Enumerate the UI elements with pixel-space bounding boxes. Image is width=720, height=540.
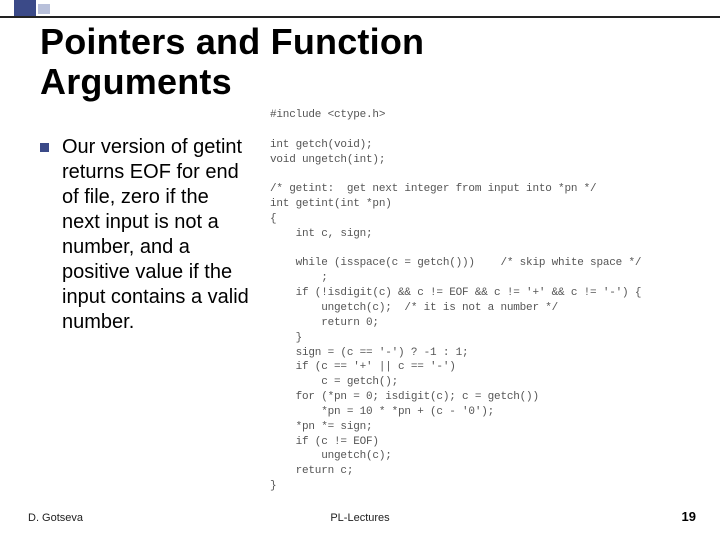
slide-top-decoration bbox=[0, 0, 720, 18]
bullet-text: Our version of getint returns EOF for en… bbox=[62, 135, 250, 335]
code-listing: #include <ctype.h> int getch(void); void… bbox=[270, 108, 710, 494]
title-line-1: Pointers and Function bbox=[40, 21, 424, 62]
bullet-block: Our version of getint returns EOF for en… bbox=[40, 135, 250, 335]
bullet-square-icon bbox=[40, 143, 49, 152]
decoration-underline bbox=[0, 16, 720, 18]
slide-title: Pointers and Function Arguments bbox=[40, 22, 424, 101]
title-line-2: Arguments bbox=[40, 61, 232, 102]
decoration-square-light bbox=[38, 4, 50, 14]
footer-page-number: 19 bbox=[682, 509, 696, 524]
footer-center: PL-Lectures bbox=[0, 512, 720, 524]
